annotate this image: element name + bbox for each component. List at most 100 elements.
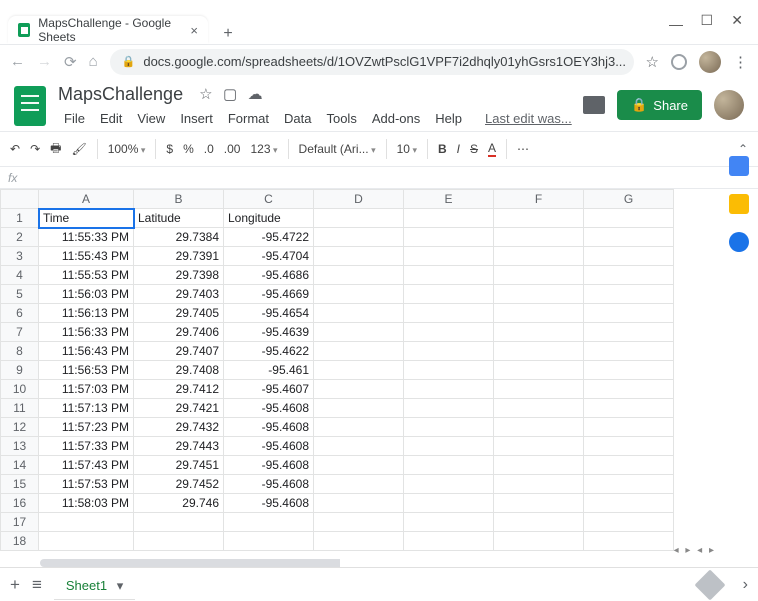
redo-icon[interactable]: ↷	[30, 142, 40, 156]
cell-E13[interactable]	[404, 437, 494, 456]
cell-F15[interactable]	[494, 475, 584, 494]
reload-icon[interactable]: ⟳	[64, 53, 77, 71]
keep-icon[interactable]	[729, 194, 749, 214]
cell-G3[interactable]	[584, 247, 674, 266]
row-header-18[interactable]: 18	[1, 532, 39, 551]
menu-addons[interactable]: Add-ons	[366, 108, 426, 129]
col-header-B[interactable]: B	[134, 190, 224, 209]
italic-button[interactable]: I	[457, 142, 460, 156]
sheet-tab-caret-icon[interactable]: ▾	[117, 578, 124, 593]
row-header-5[interactable]: 5	[1, 285, 39, 304]
cell-G4[interactable]	[584, 266, 674, 285]
cell-G18[interactable]	[584, 532, 674, 551]
cell-C16[interactable]: -95.4608	[224, 494, 314, 513]
cell-B8[interactable]: 29.7407	[134, 342, 224, 361]
cell-D11[interactable]	[314, 399, 404, 418]
cell-F13[interactable]	[494, 437, 584, 456]
cell-D15[interactable]	[314, 475, 404, 494]
cell-A14[interactable]: 11:57:43 PM	[39, 456, 134, 475]
horizontal-scrollbar[interactable]	[40, 559, 718, 567]
menu-kebab-icon[interactable]: ⋮	[733, 53, 748, 71]
bold-button[interactable]: B	[438, 142, 447, 156]
move-icon[interactable]: ▢	[223, 86, 237, 103]
cell-G7[interactable]	[584, 323, 674, 342]
row-header-13[interactable]: 13	[1, 437, 39, 456]
row-header-1[interactable]: 1	[1, 209, 39, 228]
cell-A4[interactable]: 11:55:53 PM	[39, 266, 134, 285]
grid[interactable]: ABCDEFG1TimeLatitudeLongitude211:55:33 P…	[0, 189, 758, 559]
row-header-6[interactable]: 6	[1, 304, 39, 323]
cell-C5[interactable]: -95.4669	[224, 285, 314, 304]
cell-G9[interactable]	[584, 361, 674, 380]
cell-B14[interactable]: 29.7451	[134, 456, 224, 475]
account-avatar[interactable]	[714, 90, 744, 120]
menu-file[interactable]: File	[58, 108, 91, 129]
cell-B3[interactable]: 29.7391	[134, 247, 224, 266]
cell-G8[interactable]	[584, 342, 674, 361]
add-sheet-button[interactable]: +	[10, 575, 20, 595]
row-header-17[interactable]: 17	[1, 513, 39, 532]
menu-format[interactable]: Format	[222, 108, 275, 129]
row-header-4[interactable]: 4	[1, 266, 39, 285]
window-close[interactable]: ✕	[731, 12, 743, 29]
col-header-C[interactable]: C	[224, 190, 314, 209]
cell-A13[interactable]: 11:57:33 PM	[39, 437, 134, 456]
strike-button[interactable]: S	[470, 142, 478, 156]
cell-C15[interactable]: -95.4608	[224, 475, 314, 494]
menu-tools[interactable]: Tools	[320, 108, 362, 129]
bookmark-star-icon[interactable]: ☆	[646, 53, 659, 71]
zoom-dropdown[interactable]: 100%	[108, 142, 146, 156]
menu-data[interactable]: Data	[278, 108, 317, 129]
cell-A12[interactable]: 11:57:23 PM	[39, 418, 134, 437]
col-header-D[interactable]: D	[314, 190, 404, 209]
omnibox[interactable]: 🔒 docs.google.com/spreadsheets/d/1OVZwtP…	[110, 49, 634, 75]
cell-B17[interactable]	[134, 513, 224, 532]
menu-insert[interactable]: Insert	[174, 108, 219, 129]
undo-icon[interactable]: ↶	[10, 142, 20, 156]
new-tab-button[interactable]: +	[218, 24, 238, 44]
col-header-A[interactable]: A	[39, 190, 134, 209]
cell-G5[interactable]	[584, 285, 674, 304]
formula-bar[interactable]: fx	[0, 167, 758, 189]
row-header-7[interactable]: 7	[1, 323, 39, 342]
extension-icon[interactable]	[671, 54, 687, 70]
cell-B11[interactable]: 29.7421	[134, 399, 224, 418]
row-header-16[interactable]: 16	[1, 494, 39, 513]
home-icon[interactable]: ⌂	[89, 53, 98, 70]
cell-G17[interactable]	[584, 513, 674, 532]
calendar-icon[interactable]	[729, 156, 749, 176]
cell-F16[interactable]	[494, 494, 584, 513]
browser-tab-active[interactable]: MapsChallenge - Google Sheets ×	[8, 16, 208, 44]
row-header-14[interactable]: 14	[1, 456, 39, 475]
cell-B15[interactable]: 29.7452	[134, 475, 224, 494]
cell-A3[interactable]: 11:55:43 PM	[39, 247, 134, 266]
cell-A15[interactable]: 11:57:53 PM	[39, 475, 134, 494]
cell-D16[interactable]	[314, 494, 404, 513]
cell-G1[interactable]	[584, 209, 674, 228]
cell-D6[interactable]	[314, 304, 404, 323]
cell-G13[interactable]	[584, 437, 674, 456]
cell-C7[interactable]: -95.4639	[224, 323, 314, 342]
cell-F12[interactable]	[494, 418, 584, 437]
document-title[interactable]: MapsChallenge	[58, 84, 183, 105]
cell-C14[interactable]: -95.4608	[224, 456, 314, 475]
text-color-button[interactable]: A	[488, 141, 496, 157]
menu-help[interactable]: Help	[429, 108, 468, 129]
cell-B1[interactable]: Latitude	[134, 209, 224, 228]
format-percent[interactable]: %	[183, 142, 194, 156]
cell-D4[interactable]	[314, 266, 404, 285]
cell-D9[interactable]	[314, 361, 404, 380]
cell-A8[interactable]: 11:56:43 PM	[39, 342, 134, 361]
all-sheets-button[interactable]: ≡	[32, 575, 42, 595]
font-size-dropdown[interactable]: 10	[397, 142, 417, 156]
cell-D10[interactable]	[314, 380, 404, 399]
col-header-E[interactable]: E	[404, 190, 494, 209]
cell-C3[interactable]: -95.4704	[224, 247, 314, 266]
cell-E5[interactable]	[404, 285, 494, 304]
cell-E3[interactable]	[404, 247, 494, 266]
sheets-logo-icon[interactable]	[14, 86, 46, 126]
window-minimize[interactable]: —	[669, 16, 683, 32]
cell-E18[interactable]	[404, 532, 494, 551]
print-icon[interactable]: 🖶	[50, 139, 61, 160]
cell-C2[interactable]: -95.4722	[224, 228, 314, 247]
